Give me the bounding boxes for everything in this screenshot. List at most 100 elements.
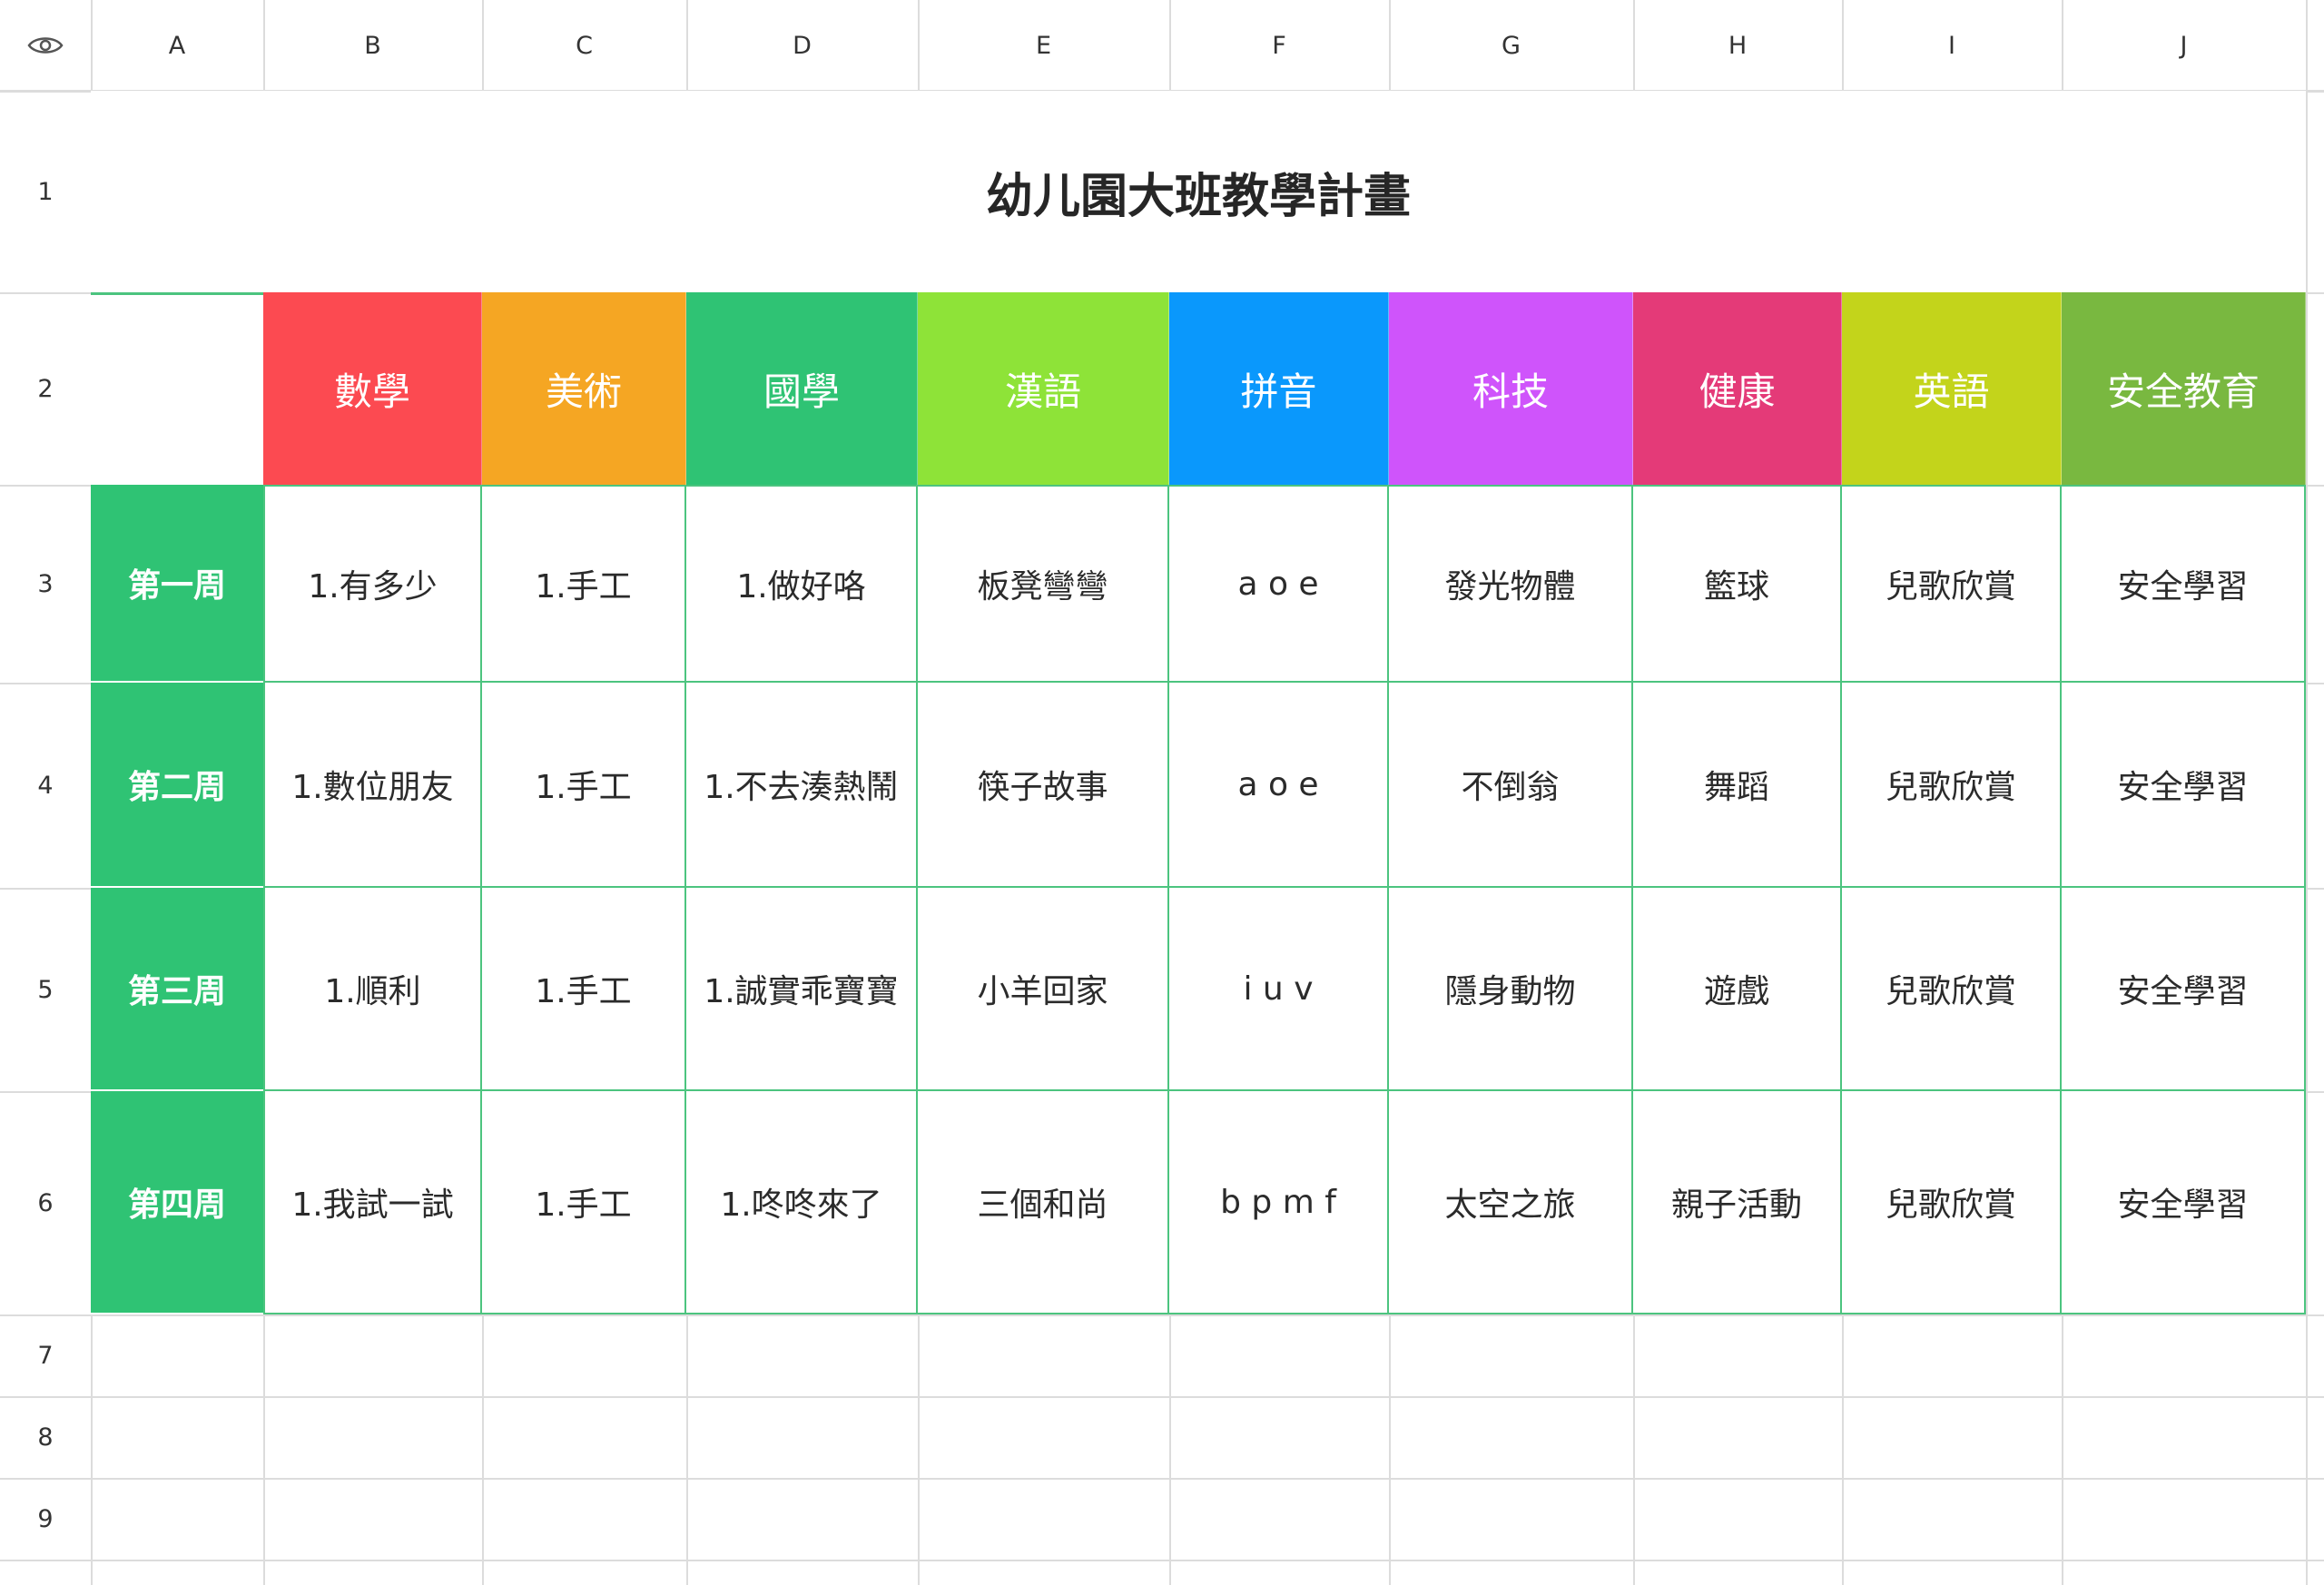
row-header-5[interactable]: 5 [0, 888, 91, 1091]
row-header-4[interactable]: 4 [0, 683, 91, 888]
empty-cell[interactable] [265, 1316, 482, 1396]
week-label[interactable]: 第三周 [91, 888, 263, 1091]
empty-cell[interactable] [920, 1480, 1169, 1560]
table-cell[interactable]: 發光物體 [1389, 485, 1633, 683]
column-header-h[interactable]: H [1633, 0, 1842, 91]
column-header-c[interactable]: C [482, 0, 686, 91]
empty-cell[interactable] [1635, 1398, 1842, 1478]
column-header-b[interactable]: B [263, 0, 482, 91]
empty-cell[interactable] [1391, 1398, 1633, 1478]
table-cell[interactable]: 安全學習 [2062, 888, 2306, 1091]
table-cell[interactable]: 1.手工 [482, 485, 686, 683]
empty-cell[interactable] [484, 1398, 686, 1478]
table-cell[interactable]: a o e [1169, 683, 1389, 888]
table-cell[interactable]: 太空之旅 [1389, 1091, 1633, 1314]
table-cell[interactable]: 安全學習 [2062, 485, 2306, 683]
column-header-a[interactable]: A [91, 0, 263, 91]
empty-cell[interactable] [1844, 1398, 2062, 1478]
week-label[interactable]: 第四周 [91, 1091, 263, 1314]
table-cell[interactable]: 兒歌欣賞 [1842, 485, 2062, 683]
subject-header[interactable]: 數學 [263, 292, 482, 485]
table-cell[interactable]: 筷子故事 [918, 683, 1169, 888]
empty-cell[interactable] [2063, 1316, 2306, 1396]
row-header-9[interactable]: 9 [0, 1478, 91, 1560]
table-cell[interactable]: 親子活動 [1633, 1091, 1842, 1314]
table-cell[interactable]: 安全學習 [2062, 1091, 2306, 1314]
table-cell[interactable]: 小羊回家 [918, 888, 1169, 1091]
table-cell[interactable]: 1.誠實乖寶寶 [686, 888, 918, 1091]
table-cell[interactable]: 1.咚咚來了 [686, 1091, 918, 1314]
table-cell[interactable]: 籃球 [1633, 485, 1842, 683]
empty-cell[interactable] [688, 1398, 918, 1478]
row-header-7[interactable]: 7 [0, 1314, 91, 1396]
empty-cell[interactable] [1844, 1480, 2062, 1560]
table-cell[interactable]: 1.手工 [482, 683, 686, 888]
empty-cell[interactable] [688, 1480, 918, 1560]
column-header-e[interactable]: E [918, 0, 1169, 91]
row-header-3[interactable]: 3 [0, 485, 91, 683]
column-header-j[interactable]: J [2062, 0, 2306, 91]
subject-header[interactable]: 國學 [686, 292, 918, 485]
empty-cell[interactable] [1391, 1480, 1633, 1560]
table-cell[interactable]: 1.有多少 [263, 485, 482, 683]
column-header-i[interactable]: I [1842, 0, 2062, 91]
subject-header[interactable]: 拼音 [1169, 292, 1389, 485]
subject-header[interactable]: 英語 [1842, 292, 2062, 485]
table-cell[interactable]: 舞蹈 [1633, 683, 1842, 888]
cell-A2[interactable] [91, 292, 263, 485]
row-header-1[interactable]: 1 [0, 91, 91, 292]
table-cell[interactable]: 1.我試一試 [263, 1091, 482, 1314]
empty-cell[interactable] [93, 1316, 263, 1396]
column-header-g[interactable]: G [1389, 0, 1633, 91]
empty-cell[interactable] [688, 1316, 918, 1396]
subject-header[interactable]: 美術 [482, 292, 686, 485]
row-header-6[interactable]: 6 [0, 1091, 91, 1314]
empty-cell[interactable] [1171, 1316, 1389, 1396]
week-label[interactable]: 第一周 [91, 485, 263, 683]
table-cell[interactable]: a o e [1169, 485, 1389, 683]
table-cell[interactable]: 兒歌欣賞 [1842, 1091, 2062, 1314]
empty-cell[interactable] [2063, 1398, 2306, 1478]
empty-cell[interactable] [265, 1398, 482, 1478]
select-all-corner[interactable] [0, 0, 91, 91]
subject-header[interactable]: 安全教育 [2062, 292, 2306, 485]
empty-cell[interactable] [1171, 1480, 1389, 1560]
subject-header[interactable]: 漢語 [918, 292, 1169, 485]
empty-cell[interactable] [484, 1480, 686, 1560]
eye-icon[interactable] [27, 34, 64, 57]
table-cell[interactable]: 1.做好咯 [686, 485, 918, 683]
table-cell[interactable]: 兒歌欣賞 [1842, 683, 2062, 888]
table-cell[interactable]: 1.手工 [482, 1091, 686, 1314]
table-cell[interactable]: 不倒翁 [1389, 683, 1633, 888]
empty-cell[interactable] [484, 1316, 686, 1396]
table-cell[interactable]: 1.手工 [482, 888, 686, 1091]
empty-cell[interactable] [1635, 1480, 1842, 1560]
subject-header[interactable]: 科技 [1389, 292, 1633, 485]
subject-header[interactable]: 健康 [1633, 292, 1842, 485]
column-header-d[interactable]: D [686, 0, 918, 91]
empty-cell[interactable] [1635, 1316, 1842, 1396]
empty-cell[interactable] [93, 1398, 263, 1478]
table-cell[interactable]: 1.順利 [263, 888, 482, 1091]
column-header-f[interactable]: F [1169, 0, 1389, 91]
empty-cell[interactable] [920, 1316, 1169, 1396]
table-cell[interactable]: 1.不去湊熱鬧 [686, 683, 918, 888]
table-cell[interactable]: 安全學習 [2062, 683, 2306, 888]
empty-cell[interactable] [93, 1480, 263, 1560]
table-cell[interactable]: 板凳彎彎 [918, 485, 1169, 683]
row-header-2[interactable]: 2 [0, 292, 91, 485]
empty-cell[interactable] [1391, 1316, 1633, 1396]
table-cell[interactable]: 1.數位朋友 [263, 683, 482, 888]
empty-cell[interactable] [1171, 1398, 1389, 1478]
table-cell[interactable]: 隱身動物 [1389, 888, 1633, 1091]
row-header-8[interactable]: 8 [0, 1396, 91, 1478]
table-cell[interactable]: i u v [1169, 888, 1389, 1091]
table-cell[interactable]: b p m f [1169, 1091, 1389, 1314]
page-title[interactable]: 幼儿園大班教學計畫 [91, 91, 2306, 292]
empty-cell[interactable] [2063, 1480, 2306, 1560]
empty-cell[interactable] [920, 1398, 1169, 1478]
empty-cell[interactable] [1844, 1316, 2062, 1396]
table-cell[interactable]: 兒歌欣賞 [1842, 888, 2062, 1091]
table-cell[interactable]: 遊戲 [1633, 888, 1842, 1091]
week-label[interactable]: 第二周 [91, 683, 263, 888]
